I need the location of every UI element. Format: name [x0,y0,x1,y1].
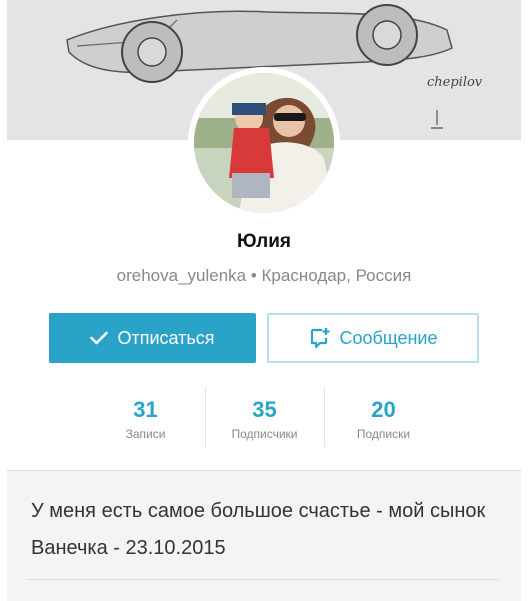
avatar-photo [194,73,334,213]
stat-following[interactable]: 20 Подписки [324,387,443,447]
stat-posts-label: Записи [125,427,166,441]
message-button[interactable]: Сообщение [267,313,479,363]
unsubscribe-button[interactable]: Отписаться [49,313,256,363]
checkmark-icon [90,331,109,345]
divider [27,579,499,580]
stat-following-value: 20 [371,397,396,422]
cover-signature: chepilov [427,75,483,90]
stat-followers[interactable]: 35 Подписчики [205,387,324,447]
message-add-icon [310,328,330,349]
stat-followers-label: Подписчики [231,427,298,441]
avatar-image [194,73,334,213]
avatar[interactable] [188,67,340,219]
subline-separator: • [246,266,262,285]
about-section: У меня есть самое большое счастье - мой … [7,470,521,601]
stat-posts-value: 31 [133,397,158,422]
profile-username: orehova_yulenka [116,266,247,285]
profile-stats: 31 Записи 35 Подписчики 20 Подписки [86,387,443,447]
stat-following-label: Подписки [356,427,411,441]
message-label: Сообщение [339,327,438,348]
profile-subline: orehova_yulenka • Краснодар, Россия [0,266,528,286]
about-text: У меня есть самое большое счастье - мой … [31,500,486,559]
profile-name: Юлия [237,231,291,252]
unsubscribe-label: Отписаться [117,327,215,348]
stat-posts[interactable]: 31 Записи [86,397,205,447]
stat-followers-value: 35 [252,397,277,422]
profile-location: Краснодар, Россия [261,266,412,285]
